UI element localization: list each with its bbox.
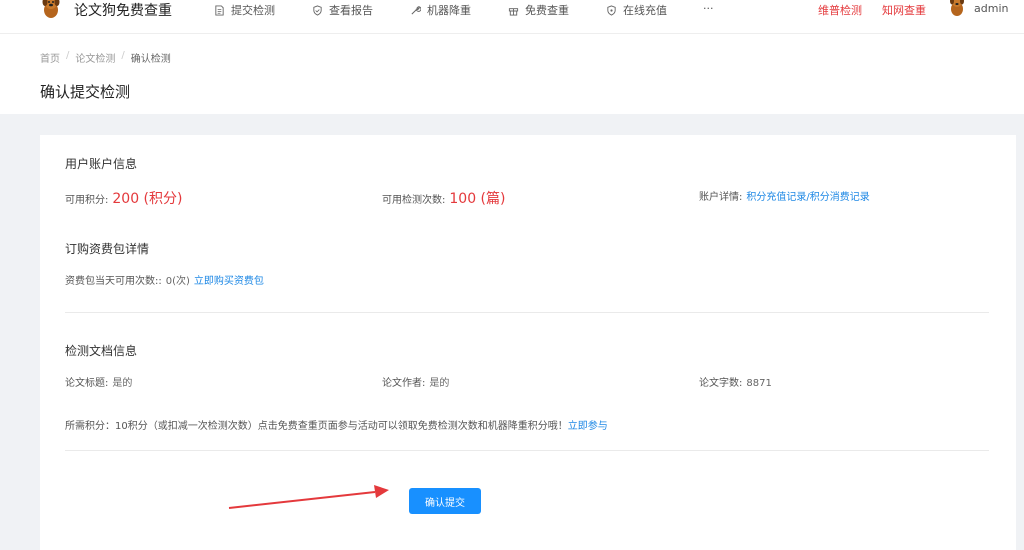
page-header: 首页 / 论文检测 / 确认检测 确认提交检测 xyxy=(0,34,1024,114)
checks-info: 可用检测次数: 100 (篇) xyxy=(382,188,505,208)
account-detail: 账户详情: 积分充值记录/积分消费记录 xyxy=(699,188,870,203)
breadcrumb: 首页 / 论文检测 / 确认检测 xyxy=(40,50,171,65)
nav-vip-check[interactable]: 维普检测 xyxy=(818,2,862,18)
nav-view-report-label: 查看报告 xyxy=(329,4,373,17)
divider xyxy=(65,312,989,313)
paper-author-info: 论文作者: 是的 xyxy=(382,374,449,389)
divider xyxy=(65,450,989,451)
points-info: 可用积分: 200 (积分) xyxy=(65,188,182,208)
breadcrumb-separator: / xyxy=(121,50,125,61)
brand-name[interactable]: 论文狗免费查重 xyxy=(74,0,172,20)
nav-submit-check[interactable]: 提交检测 xyxy=(214,2,275,18)
shield-icon xyxy=(313,4,322,16)
points-value: 200 (积分) xyxy=(112,191,183,207)
package-section-title: 订购资费包详情 xyxy=(65,242,150,256)
document-icon xyxy=(215,4,224,16)
paper-title-info: 论文标题: 是的 xyxy=(65,374,132,389)
breadcrumb-separator: / xyxy=(66,50,70,61)
paper-author-value: 是的 xyxy=(429,378,450,389)
page-title: 确认提交检测 xyxy=(40,83,131,101)
nav-more[interactable]: ··· xyxy=(703,2,714,15)
nav-recharge-label: 在线充值 xyxy=(623,4,667,17)
confirm-submit-button[interactable]: 确认提交 xyxy=(409,488,481,514)
breadcrumb-current: 确认检测 xyxy=(130,54,171,65)
word-count-value: 8871 xyxy=(746,378,772,389)
records-link[interactable]: 积分充值记录/积分消费记录 xyxy=(746,188,869,203)
nav-free-check[interactable]: 免费查重 xyxy=(508,2,569,18)
doc-section-title: 检测文档信息 xyxy=(65,344,138,358)
required-points-note: 所需积分：10积分（或扣减一次检测次数）点击免费查重页面参与活动可以领取免费检测… xyxy=(65,417,608,432)
gift-icon xyxy=(508,7,519,16)
points-label: 可用积分: xyxy=(65,195,109,206)
paper-author-label: 论文作者: xyxy=(382,378,426,389)
checks-value: 100 (篇) xyxy=(449,191,506,207)
nav-submit-check-label: 提交检测 xyxy=(231,4,275,17)
checks-label: 可用检测次数: xyxy=(382,195,446,206)
top-navbar: 论文狗免费查重 提交检测 查看报告 机器降重 免费查重 在线充值 ··· 维普检… xyxy=(0,0,1024,34)
nav-recharge[interactable]: 在线充值 xyxy=(606,2,667,18)
nav-view-report[interactable]: 查看报告 xyxy=(312,2,373,18)
account-section-title: 用户账户信息 xyxy=(65,157,138,171)
required-points-text: 所需积分：10积分（或扣减一次检测次数）点击免费查重页面参与活动可以领取免费检测… xyxy=(65,421,568,432)
package-daily-value: 0(次) xyxy=(165,276,190,287)
word-count-info: 论文字数: 8871 xyxy=(699,374,772,389)
join-activity-link[interactable]: 立即参与 xyxy=(568,417,608,432)
username[interactable]: admin xyxy=(974,2,1008,15)
package-info: 资费包当天可用次数:: 0(次) 立即购买资费包 xyxy=(65,272,264,287)
nav-more-label: ··· xyxy=(703,2,714,15)
nav-free-check-label: 免费查重 xyxy=(525,4,569,17)
package-daily-label: 资费包当天可用次数:: xyxy=(65,276,162,287)
buy-package-link[interactable]: 立即购买资费包 xyxy=(194,272,264,287)
account-detail-label: 账户详情: xyxy=(699,192,743,203)
breadcrumb-paper-check[interactable]: 论文检测 xyxy=(75,50,115,65)
nav-machine-rewrite[interactable]: 机器降重 xyxy=(410,2,471,18)
nav-cnki-check[interactable]: 知网查重 xyxy=(882,2,926,18)
word-count-label: 论文字数: xyxy=(699,378,743,389)
paper-title-label: 论文标题: xyxy=(65,378,109,389)
nav-machine-rewrite-label: 机器降重 xyxy=(427,4,471,17)
dog-logo-icon[interactable] xyxy=(40,0,62,20)
breadcrumb-home[interactable]: 首页 xyxy=(40,50,60,65)
confirm-card: 用户账户信息 可用积分: 200 (积分) 可用检测次数: 100 (篇) 账户… xyxy=(40,135,1016,550)
wrench-icon xyxy=(411,5,421,15)
avatar[interactable] xyxy=(948,0,966,17)
red-arrow-annotation xyxy=(228,485,389,509)
paper-title-value: 是的 xyxy=(112,378,133,389)
shield-check-icon xyxy=(607,4,616,16)
